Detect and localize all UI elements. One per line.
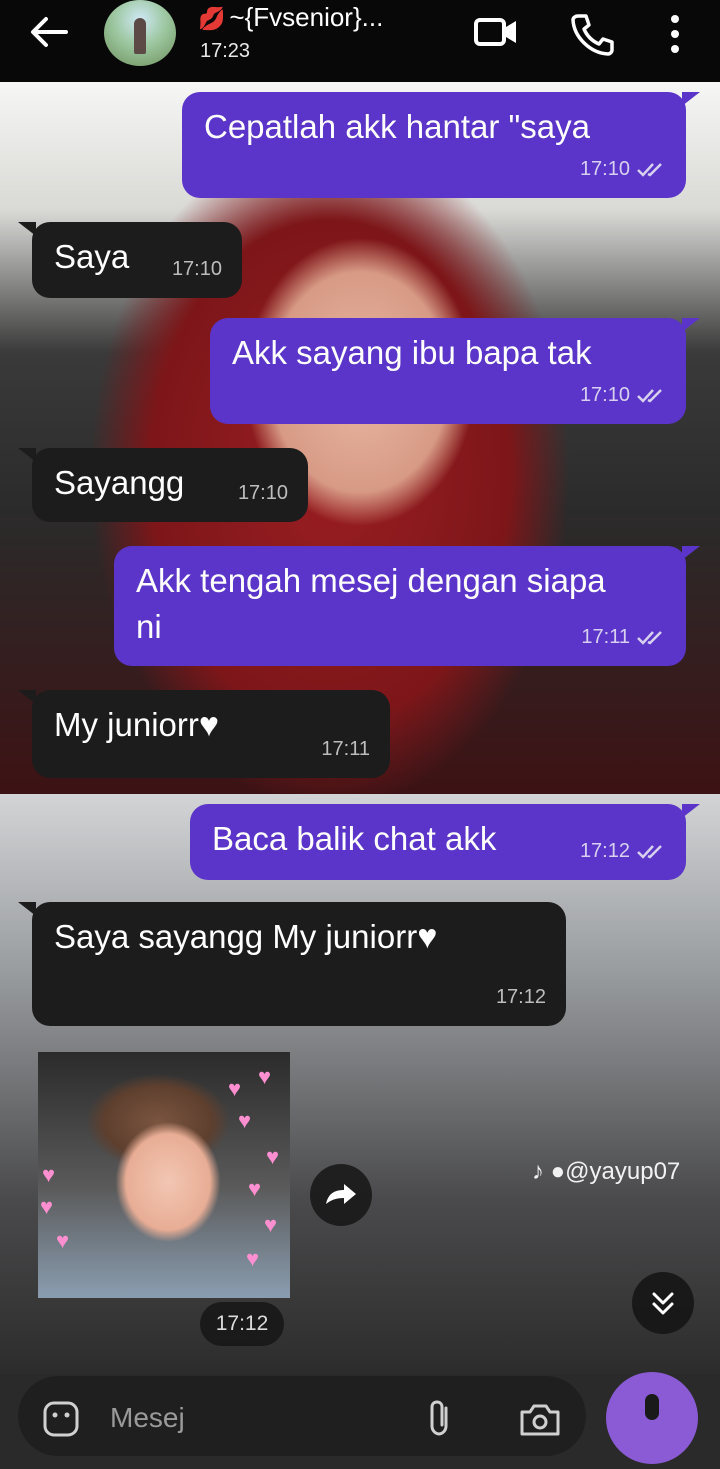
pink-heart-icon: ♥ [42,1162,56,1187]
message-time: 17:12 [579,840,630,862]
double-check-icon [637,845,662,859]
message-bubble-outgoing[interactable]: Cepatlah akk hantar "saya 17:10 [182,92,700,198]
bubble-tail [682,92,700,106]
contact-name-area[interactable]: 💋 ~{Fvsenior}... [198,2,448,34]
double-check-icon [637,163,662,177]
microphone-icon [645,1394,659,1420]
message-bubble-outgoing[interactable]: Akk sayang ibu bapa tak 17:10 [210,318,700,424]
pink-heart-icon: ♥ [228,1076,242,1101]
video-camera-icon[interactable] [472,12,520,52]
scroll-to-bottom-button[interactable] [632,1272,694,1334]
contact-avatar[interactable] [104,0,176,66]
message-meta: 17:10 [580,146,666,192]
message-bubble-outgoing[interactable]: Baca balik chat akk 17:12 [190,804,700,880]
message-text: My juniorr [54,706,199,743]
message-text: Cepatlah akk hantar "saya [204,108,590,145]
message-text: Akk sayang ibu bapa tak [232,334,592,371]
lips-icon: 💋 [198,6,226,31]
microphone-button[interactable] [606,1372,698,1464]
chat-header: 💋 ~{Fvsenior}... 17:23 [0,0,720,82]
tiktok-watermark: ♪ ●@yayup07 [532,1158,680,1186]
paperclip-icon[interactable] [426,1398,454,1438]
pink-heart-icon: ♥ [40,1194,54,1219]
message-composer [18,1376,586,1456]
sticker-image[interactable]: ♥ ♥ ♥ ♥ ♥ ♥ ♥ ♥ ♥ ♥ [38,1052,290,1298]
bubble-tail [18,222,36,236]
message-text: Akk tengah mesej dengan siapa ni [136,562,606,645]
message-bubble-incoming[interactable]: Saya 17:10 [18,222,242,298]
back-arrow-icon[interactable] [26,14,72,50]
bubble-tail [682,318,700,332]
message-bubble-incoming[interactable]: My juniorr♥ 17:11 [18,690,390,778]
white-heart-icon: ♥ [417,918,438,956]
watermark-handle: @yayup07 [565,1158,681,1185]
contact-name: ~{Fvsenior}... [229,2,384,32]
bubble-tail [18,448,36,462]
bubble-tail [18,690,36,704]
message-bubble-incoming[interactable]: Sayangg 17:10 [18,448,308,522]
double-chevron-down-icon [652,1292,674,1315]
pink-heart-icon: ♥ [238,1108,252,1133]
message-time: 17:10 [579,158,630,180]
message-meta: 17:11 [581,614,666,660]
message-meta: 17:12 [580,828,666,874]
message-meta: 17:10 [238,470,288,516]
user-icon: ● [550,1158,566,1185]
message-text-row: Saya sayangg My juniorr♥ [54,914,546,960]
pink-heart-icon: ♥ [264,1212,278,1237]
pink-heart-icon: ♥ [258,1064,272,1089]
forward-icon [326,1184,356,1204]
message-text: Saya sayangg My juniorr [54,918,418,955]
pink-heart-icon: ♥ [248,1176,262,1201]
message-meta: 17:11 [321,726,370,772]
pink-heart-icon: ♥ [266,1144,280,1169]
bubble-tail [18,902,36,916]
message-meta: 17:10 [172,246,222,292]
message-meta: 17:12 [496,974,546,1020]
double-check-icon [637,389,662,403]
message-time: 17:11 [321,738,370,760]
double-check-icon [637,631,662,645]
camera-icon[interactable] [518,1400,562,1438]
message-time: 17:10 [579,384,630,406]
bubble-tail [682,546,700,560]
message-time: 17:10 [171,258,222,280]
message-input[interactable] [110,1398,370,1438]
phone-icon[interactable] [568,12,616,56]
last-seen-time: 17:23 [200,40,251,62]
message-time: 17:11 [581,626,630,648]
message-bubble-outgoing[interactable]: Akk tengah mesej dengan siapa ni 17:11 [114,546,700,666]
emoji-icon[interactable] [42,1400,80,1438]
forward-button[interactable] [310,1164,372,1226]
more-vertical-icon[interactable] [660,12,690,56]
pink-heart-icon: ♥ [56,1228,70,1253]
message-time: 17:10 [237,482,288,504]
message-meta: 17:10 [580,372,666,418]
pink-heart-icon: ♥ [246,1246,260,1271]
message-time: 17:12 [495,986,546,1008]
bubble-tail [682,804,700,818]
white-heart-icon: ♥ [198,706,220,744]
sticker-time: 17:12 [200,1302,284,1346]
message-bubble-incoming[interactable]: Saya sayangg My juniorr♥ 17:12 [18,902,566,1026]
tiktok-icon: ♪ [532,1158,544,1185]
